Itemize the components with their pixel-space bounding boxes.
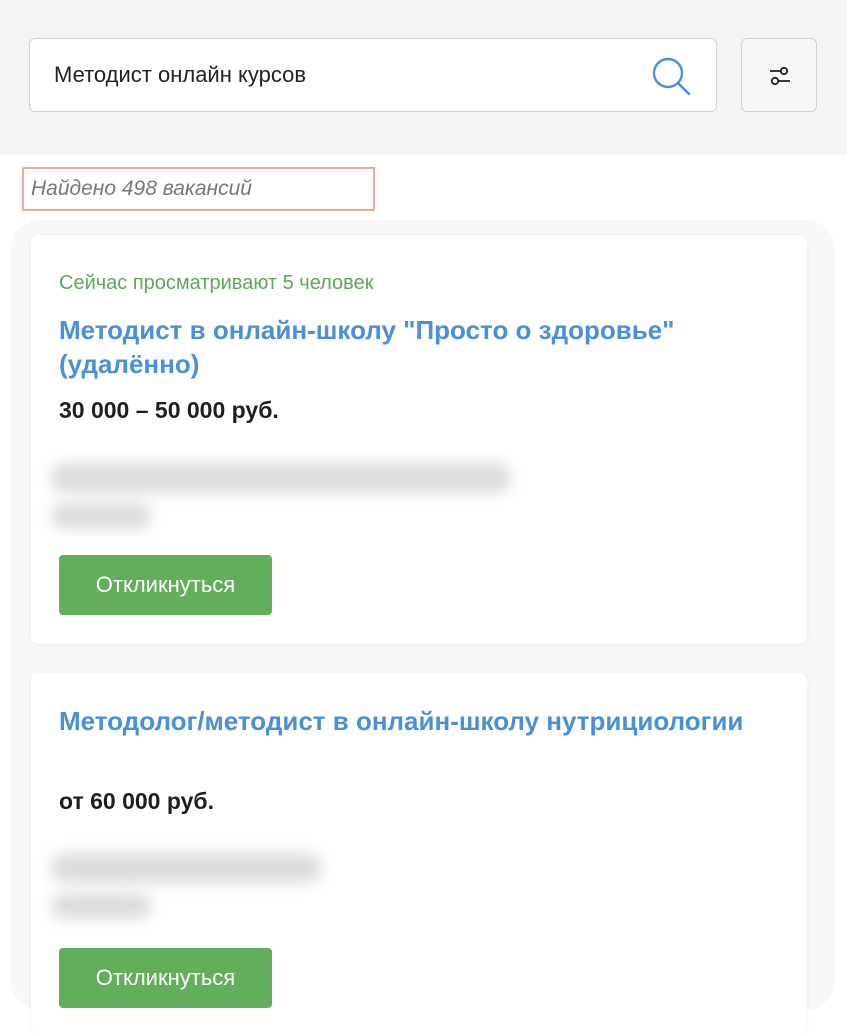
location-blurred (51, 893, 151, 919)
vacancy-salary: от 60 000 руб. (59, 788, 215, 814)
vacancy-card: Сейчас просматривают 5 человек Методист … (31, 235, 807, 644)
employer-name-blurred (51, 853, 321, 883)
search-header (0, 0, 847, 155)
results-count: Найдено 498 вакансий (22, 167, 375, 211)
search-input[interactable] (30, 39, 630, 111)
search-icon[interactable] (650, 55, 694, 99)
employer-name-blurred (51, 463, 511, 493)
search-box (29, 38, 717, 112)
filter-button[interactable] (741, 38, 817, 112)
apply-button[interactable]: Откликнуться (59, 555, 272, 615)
viewers-count: Сейчас просматривают 5 человек (59, 272, 374, 294)
vacancy-title-link[interactable]: Методолог/методист в онлайн-школу нутриц… (59, 704, 789, 738)
apply-button[interactable]: Откликнуться (59, 948, 272, 1008)
location-blurred (51, 503, 151, 529)
filter-sliders-icon (770, 66, 790, 86)
vacancy-card: Методолог/методист в онлайн-школу нутриц… (31, 673, 807, 1033)
vacancy-title-link[interactable]: Методист в онлайн-школу "Просто о здоров… (59, 313, 789, 381)
vacancy-salary: 30 000 – 50 000 руб. (59, 397, 279, 423)
